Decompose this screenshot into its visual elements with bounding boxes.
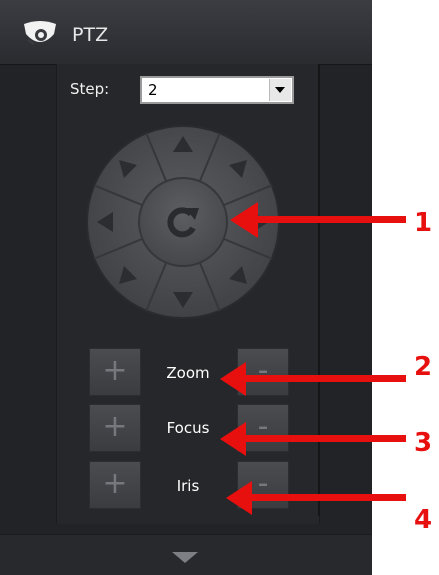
annotation-arrow-4 [226,481,406,515]
annotation-arrow-2 [220,362,406,396]
annotation-arrow-3 [220,422,406,456]
annotation-label-3: 3 [414,428,433,458]
annotation-label-4: 4 [414,505,433,535]
annotation-label-2: 2 [414,352,433,382]
annotation-label-1: 1 [414,208,433,238]
annotation-arrows [220,202,406,515]
annotation-arrow-1 [230,202,406,238]
